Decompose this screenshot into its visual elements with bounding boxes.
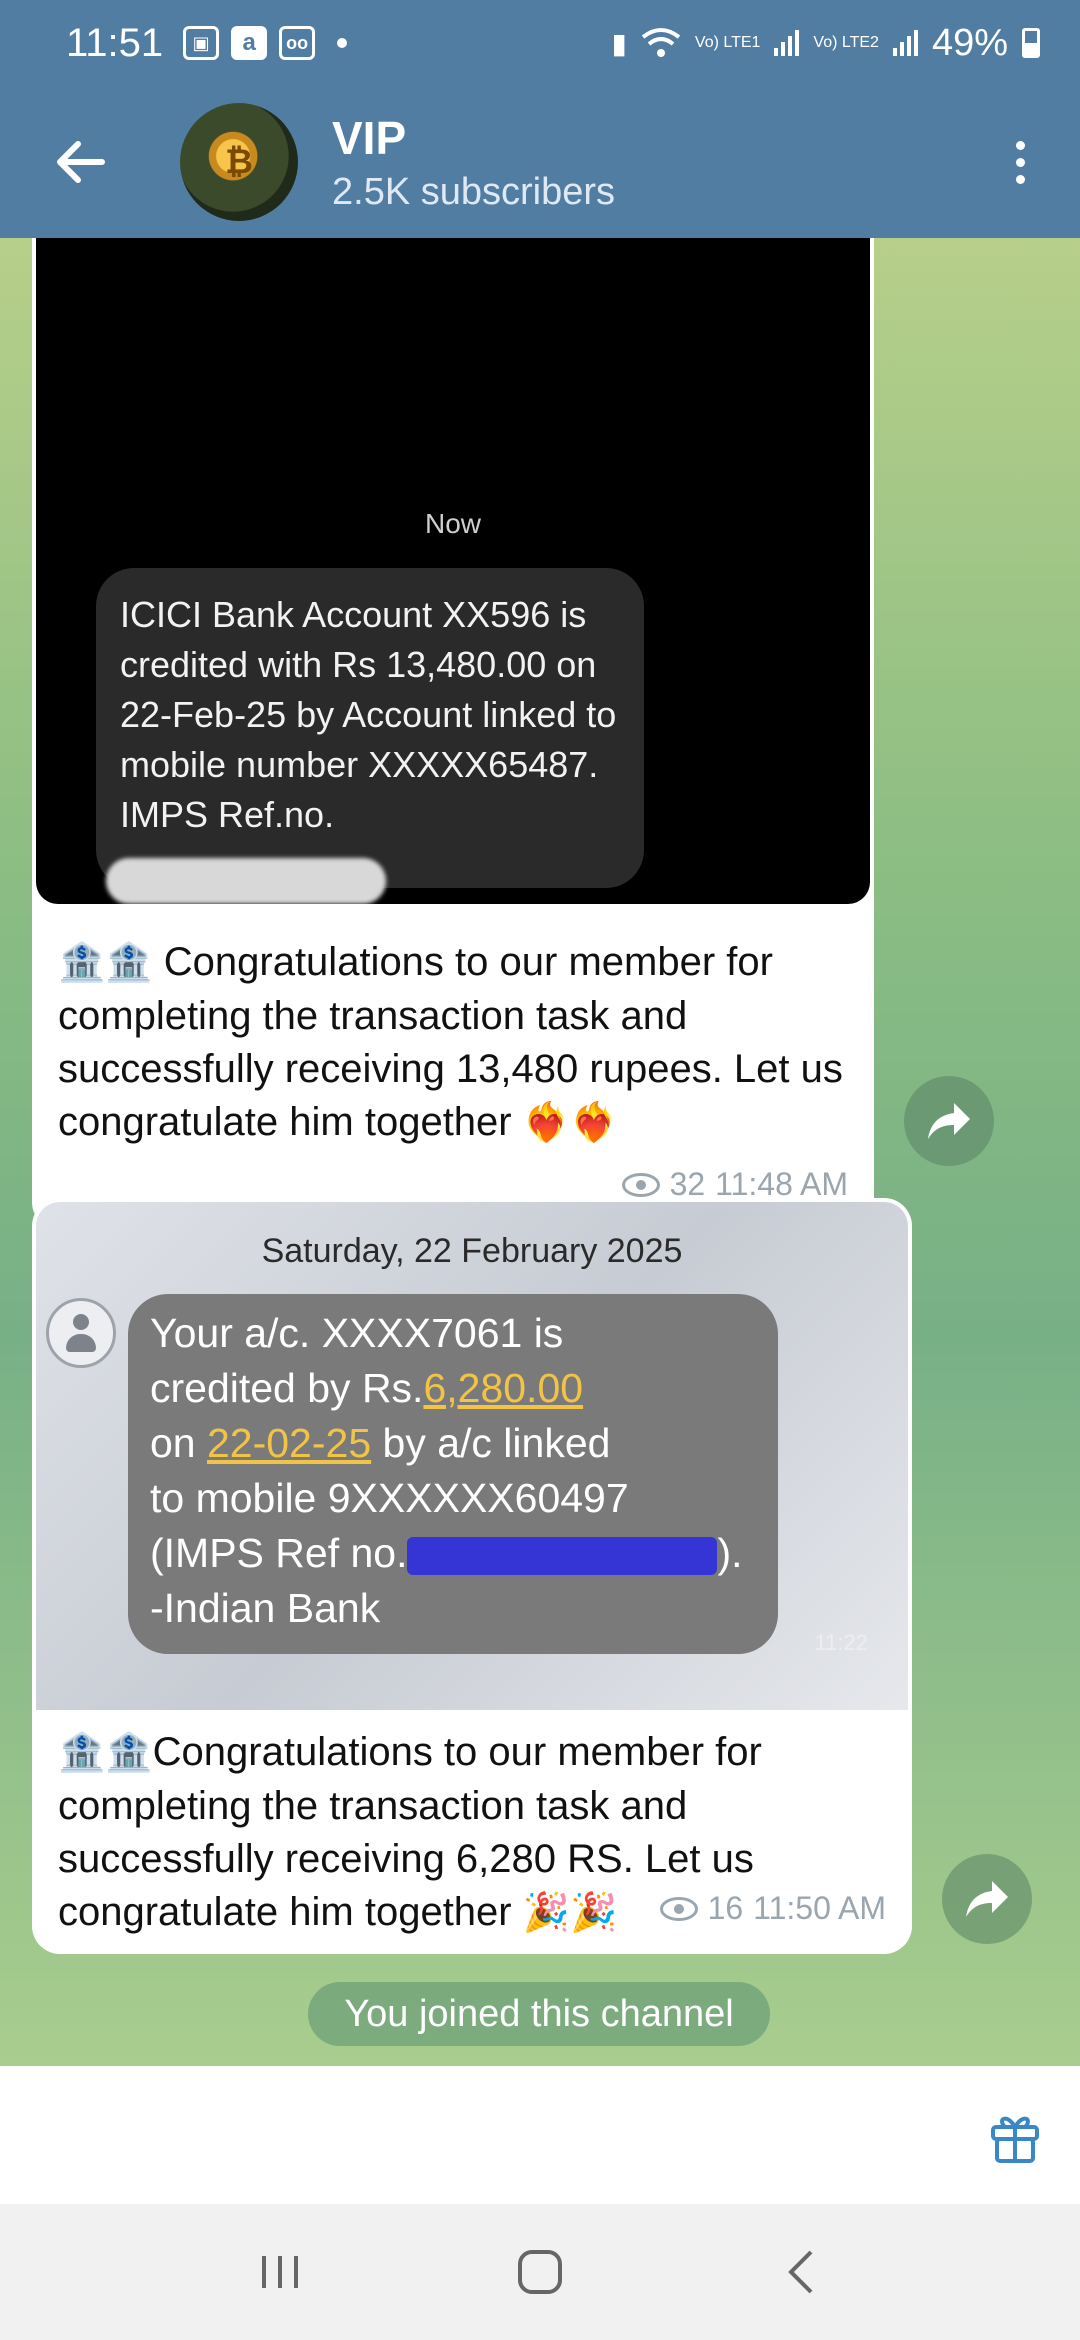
sms-line: on 22-02-25 by a/c linked bbox=[150, 1416, 756, 1471]
back-button[interactable] bbox=[30, 112, 130, 212]
sms-fragment: credited by Rs. bbox=[150, 1365, 424, 1411]
redacted-ref bbox=[106, 858, 386, 904]
sms-fragment: (IMPS Ref no. bbox=[150, 1530, 408, 1576]
message-bubble[interactable]: Now ICICI Bank Account XX596 is credited… bbox=[32, 238, 874, 1230]
message-photo[interactable]: Saturday, 22 February 2025 Your a/c. XXX… bbox=[36, 1202, 908, 1710]
views-eye-icon bbox=[659, 1896, 698, 1921]
bank-emoji: 🏦🏦 bbox=[58, 1732, 153, 1774]
gift-icon bbox=[991, 2116, 1039, 2163]
message-bubble[interactable]: Saturday, 22 February 2025 Your a/c. XXX… bbox=[32, 1198, 912, 1954]
system-nav-bar bbox=[0, 2204, 1080, 2340]
message-photo[interactable]: Now ICICI Bank Account XX596 is credited… bbox=[36, 238, 870, 904]
message-caption: 🏦🏦 Congratulations to our member for com… bbox=[58, 936, 858, 1150]
battery-saver-icon: ▮ bbox=[611, 27, 627, 59]
redacted-ref bbox=[407, 1537, 718, 1576]
system-message: You joined this channel bbox=[308, 1982, 770, 2046]
view-count: 16 bbox=[707, 1890, 744, 1926]
heart-fire-emoji: ❤️‍🔥❤️‍🔥 bbox=[522, 1102, 618, 1144]
sms-line: to mobile 9XXXXXX60497 bbox=[150, 1475, 629, 1521]
caption-text: Congratulations to our member for comple… bbox=[58, 940, 843, 1144]
chat-header: ₿ VIP 2.5K subscribers bbox=[0, 86, 1080, 238]
sms-line: credited by Rs.6,280.00 bbox=[150, 1361, 756, 1416]
party-popper-emoji: 🎉🎉 bbox=[522, 1892, 618, 1934]
sms-text: Your a/c. XXXX7061 is credited by Rs.6,2… bbox=[128, 1294, 778, 1654]
sms-fragment: ). bbox=[717, 1530, 743, 1576]
more-vert-icon bbox=[1015, 140, 1025, 150]
subscriber-count: 2.5K subscribers bbox=[332, 170, 616, 213]
notification-icons: ▣ a oo bbox=[183, 26, 348, 60]
chat-area[interactable]: Now ICICI Bank Account XX596 is credited… bbox=[0, 238, 1080, 2066]
voicemail-icon: oo bbox=[279, 26, 316, 60]
more-notifications-dot-icon bbox=[337, 38, 348, 48]
bottom-bar bbox=[0, 2066, 1080, 2204]
status-bar: 11:51 ▣ a oo ▮ Vo) LTE1 Vo) LTE2 49% bbox=[0, 0, 1080, 86]
system-icons: ▮ Vo) LTE1 Vo) LTE2 49% bbox=[611, 22, 1040, 65]
share-forward-icon bbox=[928, 1103, 970, 1139]
channel-info[interactable]: VIP 2.5K subscribers bbox=[332, 111, 615, 214]
sms-time: 11:22 bbox=[814, 1630, 868, 1655]
status-time: 11:51 bbox=[66, 20, 164, 65]
sms-line: Your a/c. XXXX7061 is bbox=[150, 1310, 564, 1356]
nav-back-button[interactable] bbox=[760, 2232, 840, 2312]
sms-line: -Indian Bank bbox=[150, 1585, 381, 1631]
recents-icon bbox=[262, 2256, 298, 2288]
caption-text: Congratulations to our member for comple… bbox=[58, 1730, 762, 1934]
sms-line: (IMPS Ref no.). bbox=[150, 1526, 756, 1581]
gallery-icon: ▣ bbox=[183, 26, 220, 60]
recents-button[interactable] bbox=[240, 2232, 320, 2312]
battery-percent: 49% bbox=[931, 21, 1008, 64]
home-icon bbox=[518, 2250, 562, 2294]
share-forward-icon bbox=[966, 1881, 1008, 1917]
sms-amount: 6,280.00 bbox=[423, 1365, 584, 1411]
signal2-icon bbox=[892, 30, 918, 56]
share-button[interactable] bbox=[904, 1076, 994, 1166]
message-time: 11:50 AM bbox=[753, 1890, 886, 1926]
share-button[interactable] bbox=[942, 1854, 1032, 1944]
sms-timestamp: Now bbox=[424, 508, 481, 539]
views-eye-icon bbox=[621, 1172, 660, 1197]
message-meta: 16 11:50 AM bbox=[659, 1890, 886, 1927]
channel-title: VIP bbox=[332, 111, 407, 164]
home-button[interactable] bbox=[500, 2232, 580, 2312]
sms-date: 22-02-25 bbox=[207, 1420, 372, 1466]
channel-avatar[interactable]: ₿ bbox=[180, 103, 298, 221]
sms-fragment: on bbox=[150, 1420, 207, 1466]
more-menu-button[interactable] bbox=[1000, 122, 1040, 202]
signal1-icon bbox=[774, 30, 800, 56]
contact-person-icon bbox=[46, 1298, 116, 1368]
wifi-icon bbox=[641, 28, 681, 57]
chevron-left-icon bbox=[788, 2250, 813, 2294]
battery-icon bbox=[1022, 28, 1040, 58]
app-a-icon: a bbox=[231, 26, 268, 60]
sms-fragment: by a/c linked bbox=[371, 1420, 611, 1466]
bank-emoji: 🏦🏦 bbox=[58, 942, 153, 984]
sim2-label: Vo) LTE2 bbox=[813, 34, 879, 51]
sms-text: ICICI Bank Account XX596 is credited wit… bbox=[96, 568, 644, 888]
sim1-label: Vo) LTE1 bbox=[694, 34, 761, 51]
sms-date-header: Saturday, 22 February 2025 bbox=[261, 1232, 683, 1270]
gift-button[interactable] bbox=[980, 2102, 1050, 2172]
arrow-left-icon bbox=[57, 141, 105, 183]
